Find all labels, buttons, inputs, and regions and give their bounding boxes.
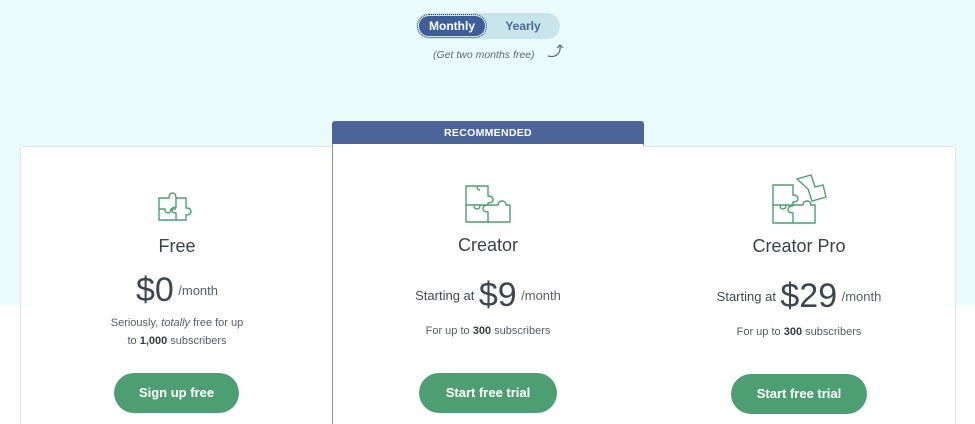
yearly-option[interactable]: Yearly [492, 16, 554, 36]
price-prefix: Starting at [716, 289, 776, 304]
price-row: Starting at $29 /month [643, 277, 955, 316]
price-amount: $0 [135, 271, 174, 309]
plan-name: Free [158, 236, 196, 256]
plan-name: Creator Pro [752, 236, 846, 256]
billing-period-toggle[interactable]: Monthly Yearly [416, 13, 560, 39]
plan-description: Seriously, totally free for up to 1,000 … [110, 317, 244, 347]
price-row: Starting at $9 /month [333, 276, 643, 315]
puzzle-icon [158, 192, 192, 221]
plan-card-creator: Creator Starting at $9 /month For up to … [332, 144, 644, 424]
sign-up-free-button[interactable]: Sign up free [114, 373, 239, 413]
plan-card-creator-pro: Creator Pro Starting at $29 /month For u… [643, 146, 956, 424]
start-free-trial-button[interactable]: Start free trial [419, 373, 557, 413]
plan-description: For up to 300 subscribers [736, 326, 862, 338]
monthly-option[interactable]: Monthly [417, 14, 487, 38]
price-amount: $29 [780, 277, 838, 315]
curved-arrow-icon [547, 44, 564, 58]
plan-description: For up to 300 subscribers [425, 325, 551, 337]
price-amount: $9 [478, 276, 517, 314]
yearly-promo-text: (Get two months free) [433, 49, 535, 61]
price-period: /month [841, 289, 882, 304]
price-prefix: Starting at [415, 288, 475, 303]
plan-card-free: Free $0 /month Seriously, totally free f… [20, 146, 333, 424]
recommended-badge: RECOMMENDED [332, 121, 644, 145]
start-free-trial-button[interactable]: Start free trial [731, 374, 867, 414]
puzzle-pieces-icon [465, 185, 511, 223]
plan-name: Creator [457, 235, 519, 255]
price-period: /month [521, 288, 561, 303]
price-row: $0 /month [21, 271, 333, 310]
price-period: /month [178, 283, 219, 298]
puzzle-assembly-icon [772, 174, 827, 224]
